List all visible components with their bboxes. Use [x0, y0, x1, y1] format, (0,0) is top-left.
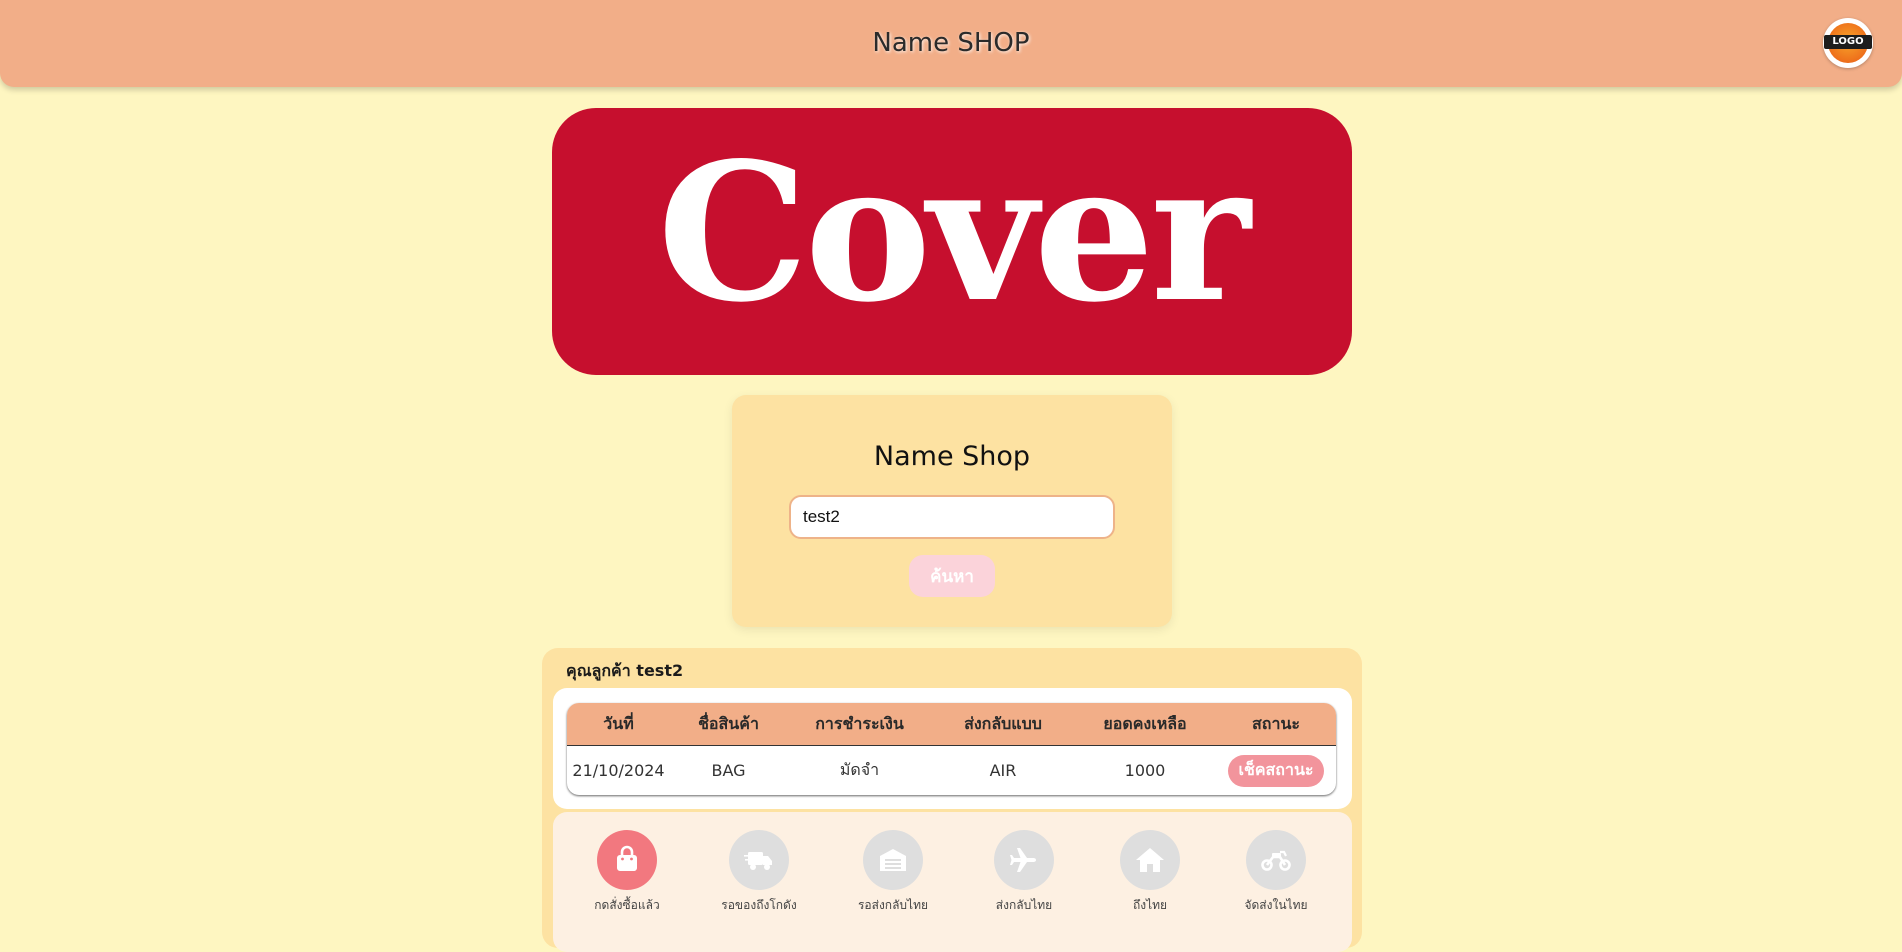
top-header: Name SHOP LOGO [0, 0, 1902, 87]
shop-title: Name SHOP [872, 28, 1030, 58]
cell-product: BAG [711, 761, 746, 780]
table-row: 21/10/2024 BAG มัดจำ AIR 1000 เช็คสถานะ [567, 746, 1336, 795]
step-label: รอของถึงโกดัง [721, 898, 797, 912]
customer-card: คุณลูกค้า test2 วันที่ ชื่อสินค้า การชำร… [542, 648, 1362, 952]
airplane-icon [994, 830, 1054, 890]
cell-date: 21/10/2024 [572, 761, 665, 780]
cell-balance: 1000 [1124, 761, 1166, 780]
step-ordered: กดสั่งซื้อแล้ว [567, 830, 687, 915]
column-header-date: วันที่ [603, 713, 634, 733]
cell-shipping: AIR [989, 761, 1017, 780]
search-button[interactable]: ค้นหา [909, 555, 995, 597]
cell-status: เช็คสถานะ [1216, 754, 1336, 787]
home-icon [1120, 830, 1180, 890]
step-awaiting-return: รอส่งกลับไทย [833, 830, 953, 915]
search-input[interactable] [789, 495, 1115, 539]
logo-text: LOGO [1824, 35, 1872, 49]
search-title: Name Shop [873, 441, 1031, 472]
customer-name-label: คุณลูกค้า test2 [566, 661, 684, 680]
step-domestic-delivery: จัดส่งในไทย [1216, 830, 1336, 915]
step-label: ถึงไทย [1132, 898, 1168, 912]
cell-payment: มัดจำ [839, 760, 880, 779]
step-arrived-thailand: ถึงไทย [1090, 830, 1210, 915]
table-header: วันที่ ชื่อสินค้า การชำระเงิน ส่งกลับแบบ… [567, 703, 1336, 746]
check-status-button[interactable]: เช็คสถานะ [1228, 754, 1324, 787]
column-header-shipping: ส่งกลับแบบ [964, 713, 1042, 733]
search-card: Name Shop ค้นหา [732, 395, 1172, 627]
shopping-bag-icon [597, 830, 657, 890]
delivery-truck-icon [729, 830, 789, 890]
step-shipping-back: ส่งกลับไทย [964, 830, 1084, 915]
column-header-balance: ยอดคงเหลือ [1103, 713, 1187, 733]
cover-word: Cover [657, 121, 1250, 344]
column-header-status: สถานะ [1252, 713, 1300, 733]
step-label: จัดส่งในไทย [1244, 898, 1308, 912]
step-label: ส่งกลับไทย [995, 898, 1053, 912]
shop-logo[interactable]: LOGO [1823, 18, 1873, 68]
orders-panel: วันที่ ชื่อสินค้า การชำระเงิน ส่งกลับแบบ… [553, 688, 1352, 809]
step-label: รอส่งกลับไทย [857, 898, 929, 912]
column-header-product: ชื่อสินค้า [698, 713, 759, 733]
step-label: กดสั่งซื้อแล้ว [594, 898, 660, 912]
warehouse-icon [863, 830, 923, 890]
orders-table: วันที่ ชื่อสินค้า การชำระเงิน ส่งกลับแบบ… [567, 703, 1336, 795]
motorcycle-icon [1246, 830, 1306, 890]
cover-banner: Cover [552, 108, 1352, 375]
step-awaiting-warehouse: รอของถึงโกดัง [699, 830, 819, 915]
column-header-payment: การชำระเงิน [815, 713, 904, 733]
order-status-tracker: กดสั่งซื้อแล้ว รอของถึงโกดัง รอส่งกลับไท… [553, 812, 1352, 952]
